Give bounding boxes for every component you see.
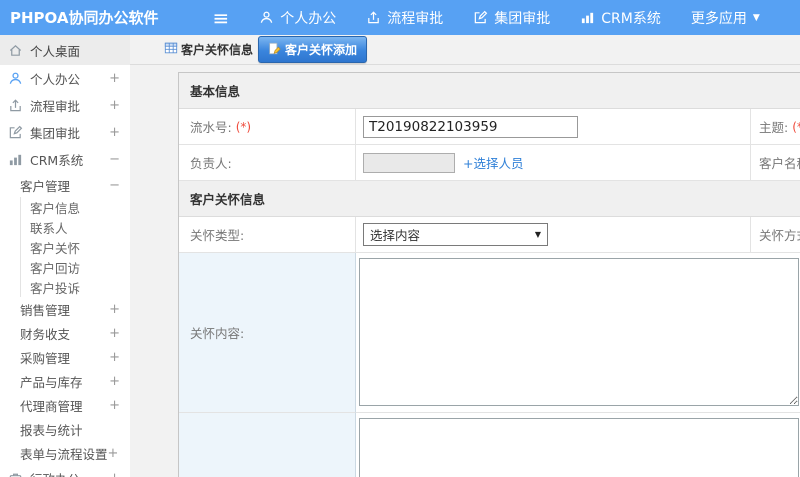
required-mark: (*) — [235, 119, 252, 134]
sidebar-item-customer-revisit[interactable]: 客户回访 — [21, 257, 130, 277]
upload-icon — [366, 10, 381, 25]
main-content: 客户关怀信息 客户关怀添加 基本信息 流水号:(*) 主题:(*) — [130, 35, 800, 477]
sidebar-item-sales-management[interactable]: 销售管理 + — [0, 297, 130, 321]
table-grid-icon — [164, 41, 178, 58]
care-type-select[interactable]: 选择内容 ▼ — [363, 223, 548, 246]
nav-more-apps[interactable]: 更多应用 ▼ — [691, 8, 760, 28]
collapse-icon[interactable]: − — [109, 178, 120, 193]
form-row-extra-content — [179, 413, 800, 477]
hamburger-menu-icon[interactable]: ≡ — [213, 8, 230, 28]
customer-care-add-form: 基本信息 流水号:(*) 主题:(*) 负责人: +选择人员 — [178, 72, 800, 477]
care-type-label: 关怀类型: — [179, 217, 356, 253]
sidebar-item-workflow-approval[interactable]: 流程审批 + — [0, 92, 130, 119]
expand-icon[interactable]: + — [109, 374, 120, 389]
sidebar-item-crm-system[interactable]: CRM系统 − — [0, 146, 130, 173]
expand-icon[interactable]: + — [108, 446, 119, 461]
briefcase-icon — [8, 471, 23, 477]
nav-workflow-approval[interactable]: 流程审批 — [366, 8, 443, 28]
person-icon — [8, 71, 23, 86]
sidebar-item-admin-office[interactable]: 行政办公 + — [0, 465, 130, 477]
sidebar-item-agent-management[interactable]: 代理商管理 + — [0, 393, 130, 417]
section-header-care-info: 客户关怀信息 — [179, 181, 800, 217]
sidebar-item-products-inventory[interactable]: 产品与库存 + — [0, 369, 130, 393]
select-arrow-icon: ▼ — [534, 230, 541, 239]
expand-icon[interactable]: + — [109, 125, 120, 140]
extra-content-textarea[interactable] — [359, 418, 799, 477]
app-title[interactable]: PHPOA协同办公软件 — [0, 7, 169, 28]
expand-icon[interactable]: + — [109, 471, 120, 477]
customer-name-label: 客户名称:(*) — [751, 145, 800, 181]
home-icon — [8, 43, 23, 58]
upload-icon — [8, 98, 23, 113]
expand-icon[interactable]: + — [109, 98, 120, 113]
sidebar-item-personal-office[interactable]: 个人办公 + — [0, 65, 130, 92]
owner-field-cell: +选择人员 — [356, 145, 751, 181]
sidebar-item-form-workflow-settings[interactable]: 表单与流程设置 + — [0, 441, 130, 465]
expand-icon[interactable]: + — [109, 350, 120, 365]
form-row-serial: 流水号:(*) 主题:(*) — [179, 109, 800, 145]
care-method-label: 关怀方式: — [751, 217, 800, 253]
sidebar: 个人桌面 个人办公 + 流程审批 + 集团审批 + CRM系统 − 客户管理 −… — [0, 35, 130, 477]
bar-chart-icon — [8, 152, 23, 167]
nav-crm-system[interactable]: CRM系统 — [580, 8, 661, 28]
expand-icon[interactable]: + — [109, 398, 120, 413]
top-navigation: 个人办公 流程审批 集团审批 CRM系统 更多应用 ▼ — [259, 8, 760, 28]
bar-chart-icon — [580, 10, 595, 25]
tab-customer-care-info[interactable]: 客户关怀信息 — [164, 41, 253, 58]
sidebar-item-group-approval[interactable]: 集团审批 + — [0, 119, 130, 146]
care-content-field-cell — [356, 253, 800, 413]
section-header-basic-info: 基本信息 — [179, 73, 800, 109]
expand-icon[interactable]: + — [109, 326, 120, 341]
customer-management-submenu: 客户信息 联系人 客户关怀 客户回访 客户投诉 — [20, 197, 130, 297]
edit-icon — [8, 125, 23, 140]
collapse-icon[interactable]: − — [109, 152, 120, 167]
serial-field-cell — [356, 109, 751, 145]
form-row-care-type: 关怀类型: 选择内容 ▼ 关怀方式: — [179, 217, 800, 253]
sidebar-item-customer-management[interactable]: 客户管理 − — [0, 173, 130, 197]
sidebar-item-customer-info[interactable]: 客户信息 — [21, 197, 130, 217]
sidebar-item-personal-desktop[interactable]: 个人桌面 — [0, 35, 130, 65]
tab-strip: 客户关怀信息 客户关怀添加 — [130, 35, 800, 65]
extra-content-field-cell — [356, 413, 800, 477]
expand-icon[interactable]: + — [109, 71, 120, 86]
person-icon — [259, 10, 274, 25]
nav-group-approval[interactable]: 集团审批 — [473, 8, 550, 28]
owner-input[interactable] — [363, 152, 455, 173]
sidebar-item-finance[interactable]: 财务收支 + — [0, 321, 130, 345]
edit-icon — [473, 10, 488, 25]
care-type-field-cell: 选择内容 ▼ — [356, 217, 751, 253]
expand-icon[interactable]: + — [109, 302, 120, 317]
tab-customer-care-add[interactable]: 客户关怀添加 — [258, 36, 368, 63]
sidebar-item-reports-statistics[interactable]: 报表与统计 — [0, 417, 130, 441]
form-row-care-content: 关怀内容: — [179, 253, 800, 413]
care-content-label: 关怀内容: — [179, 253, 356, 413]
sidebar-item-customer-complaint[interactable]: 客户投诉 — [21, 277, 130, 297]
sidebar-item-purchasing[interactable]: 采购管理 + — [0, 345, 130, 369]
serial-label: 流水号: (*) — [179, 109, 356, 145]
extra-content-label — [179, 413, 356, 477]
sidebar-item-contacts[interactable]: 联系人 — [21, 217, 130, 237]
required-mark: (*) — [792, 119, 800, 134]
serial-number-input[interactable] — [363, 115, 578, 138]
topbar: PHPOA协同办公软件 ≡ 个人办公 流程审批 集团审批 CRM系统 更多应用 … — [0, 0, 800, 35]
nav-personal-office[interactable]: 个人办公 — [259, 8, 336, 28]
owner-label: 负责人: — [179, 145, 356, 181]
add-form-icon — [268, 42, 281, 58]
care-content-textarea[interactable] — [359, 258, 799, 406]
sidebar-item-customer-care[interactable]: 客户关怀 — [21, 237, 130, 257]
subject-label: 主题:(*) — [751, 109, 800, 145]
caret-down-icon: ▼ — [752, 12, 760, 23]
choose-person-link[interactable]: +选择人员 — [463, 153, 523, 172]
form-row-owner: 负责人: +选择人员 客户名称:(*) — [179, 145, 800, 181]
